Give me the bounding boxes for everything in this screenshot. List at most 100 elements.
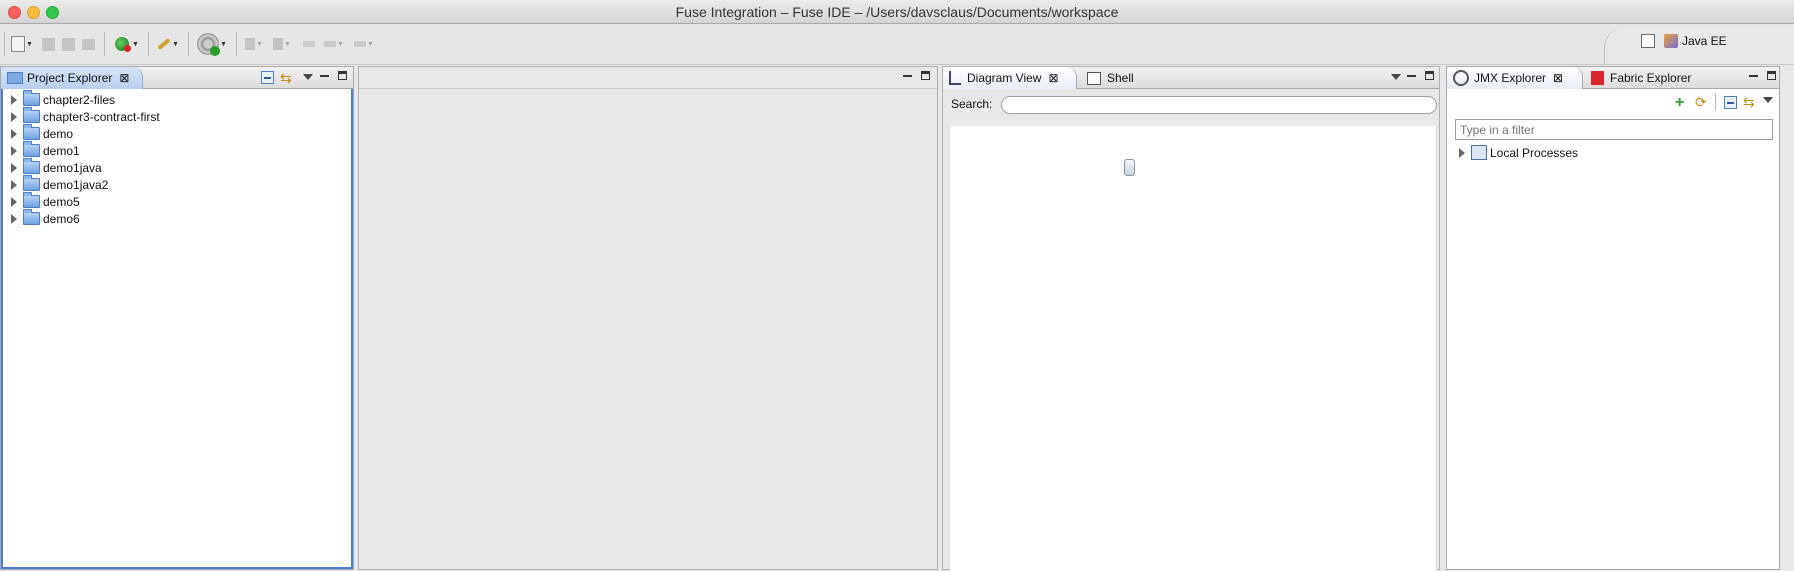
save-all-button[interactable]	[60, 33, 76, 55]
item-label: chapter3-contract-first	[43, 109, 160, 124]
minimize-view-button[interactable]	[320, 71, 329, 77]
arrow-left-icon	[324, 41, 337, 47]
tab-shell[interactable]: Shell	[1081, 67, 1153, 89]
toolbar-separator	[4, 32, 5, 56]
open-perspective-icon[interactable]	[1641, 34, 1655, 48]
item-label: demo5	[43, 194, 80, 209]
tab-jmx-explorer[interactable]: JMX Explorer ⊠	[1447, 67, 1583, 89]
close-icon[interactable]: ⊠	[119, 71, 129, 85]
expand-arrow-icon[interactable]	[11, 94, 17, 105]
run-gear-button[interactable]: ▼	[194, 31, 230, 57]
forward-button[interactable]: ▼	[352, 33, 376, 55]
folder-icon	[23, 124, 40, 140]
maximize-editor-button[interactable]	[921, 71, 930, 80]
list-item[interactable]: demo	[11, 124, 160, 142]
tab-label: Diagram View	[967, 71, 1042, 85]
jmx-tabstrip: JMX Explorer ⊠ Fabric Explorer	[1447, 67, 1779, 89]
refresh-icon[interactable]: ⟳	[1695, 94, 1707, 111]
shell-icon	[1087, 71, 1101, 85]
save-button[interactable]	[40, 33, 56, 55]
tab-label: Fabric Explorer	[1610, 71, 1692, 85]
last-edit-button[interactable]	[300, 33, 318, 55]
close-icon[interactable]: ⊠	[1048, 71, 1058, 85]
new-file-icon	[11, 36, 26, 52]
diagram-tree-icon	[949, 71, 961, 85]
folder-icon	[23, 90, 40, 106]
maximize-view-button[interactable]	[1767, 71, 1776, 80]
project-explorer-panel: Project Explorer ⊠ ⇆ chapter2-files chap…	[0, 66, 354, 570]
perspective-label: Java EE	[1682, 34, 1727, 48]
folder-icon	[23, 158, 40, 174]
add-connection-icon[interactable]: +	[1675, 94, 1684, 112]
view-menu-icon[interactable]	[1763, 97, 1773, 103]
expand-arrow-icon[interactable]	[11, 213, 17, 224]
main-toolbar: ▼ ▼ ▼ ▼ ▼ ▼ ▼ ▼ »	[0, 24, 1794, 65]
minimize-view-button[interactable]	[1749, 71, 1758, 77]
item-label: demo6	[43, 211, 80, 226]
chevron-down-icon: ▼	[172, 40, 179, 48]
list-item[interactable]: demo5	[11, 192, 160, 210]
list-item[interactable]: demo1	[11, 141, 160, 159]
wrench-icon	[157, 37, 171, 51]
filter-input[interactable]	[1455, 119, 1773, 140]
minimize-view-button[interactable]	[1407, 71, 1416, 77]
collapse-all-icon	[264, 77, 271, 79]
editor-tabstrip	[359, 67, 937, 89]
view-menu-icon[interactable]	[303, 74, 313, 80]
close-icon[interactable]: ⊠	[1553, 71, 1563, 85]
item-label: demo1	[43, 143, 80, 158]
next-annotation-button[interactable]: ▼	[242, 33, 266, 55]
expand-arrow-icon[interactable]	[11, 179, 17, 190]
list-item[interactable]: demo1java2	[11, 175, 160, 193]
list-item[interactable]: demo6	[11, 209, 160, 227]
expand-arrow-icon[interactable]	[11, 111, 17, 122]
list-item[interactable]: chapter3-contract-first	[11, 107, 160, 125]
folder-icon	[23, 209, 40, 225]
diagram-node[interactable]	[1124, 159, 1135, 176]
expand-arrow-icon[interactable]	[1459, 147, 1465, 158]
item-label: Local Processes	[1490, 145, 1579, 160]
list-item[interactable]: chapter2-files	[11, 90, 160, 108]
expand-arrow-icon[interactable]	[11, 145, 17, 156]
stop-badge-icon	[124, 44, 132, 52]
back-button[interactable]: ▼	[322, 33, 346, 55]
search-input[interactable]	[1001, 96, 1437, 114]
toolbar-separator	[188, 32, 189, 56]
list-item[interactable]: Local Processes	[1459, 144, 1578, 161]
print-button[interactable]	[80, 33, 96, 55]
tab-fabric-explorer[interactable]: Fabric Explorer	[1585, 67, 1713, 89]
project-explorer-tabstrip: Project Explorer ⊠ ⇆	[1, 67, 353, 89]
collapse-all-button[interactable]	[1724, 96, 1737, 109]
fabric-icon	[1591, 71, 1604, 85]
maximize-view-button[interactable]	[338, 71, 347, 80]
server-run-button[interactable]: ▼	[112, 33, 142, 55]
java-ee-perspective-button[interactable]: Java EE	[1664, 32, 1727, 50]
view-menu-icon[interactable]	[1391, 74, 1401, 80]
item-label: demo1java2	[43, 177, 109, 192]
folder-icon	[23, 141, 40, 157]
project-explorer-icon	[7, 72, 23, 84]
expand-arrow-icon[interactable]	[11, 128, 17, 139]
tab-project-explorer[interactable]: Project Explorer ⊠	[1, 67, 143, 89]
arrow-left-icon	[303, 41, 315, 47]
new-wizard-button[interactable]: ▼	[10, 33, 34, 55]
jmx-tree: Local Processes	[1459, 144, 1578, 161]
collapse-all-icon	[1727, 102, 1734, 104]
tab-diagram-view[interactable]: Diagram View ⊠	[943, 67, 1077, 89]
project-tree-list: chapter2-files chapter3-contract-first d…	[11, 90, 160, 227]
link-with-editor-icon[interactable]: ⇆	[280, 70, 292, 87]
collapse-all-button[interactable]	[261, 71, 274, 84]
link-with-selection-icon[interactable]: ⇆	[1743, 94, 1755, 111]
list-item[interactable]: demo1java	[11, 158, 160, 176]
toolbar-separator	[236, 32, 237, 56]
maximize-view-button[interactable]	[1425, 71, 1434, 80]
expand-arrow-icon[interactable]	[11, 196, 17, 207]
jmx-link-icon	[1453, 70, 1469, 86]
item-label: chapter2-files	[43, 92, 116, 107]
diagram-canvas[interactable]	[949, 126, 1437, 571]
expand-arrow-icon[interactable]	[11, 162, 17, 173]
chevron-down-icon: ▼	[132, 40, 139, 48]
external-tools-button[interactable]: ▼	[155, 33, 181, 55]
previous-annotation-button[interactable]: ▼	[270, 33, 294, 55]
minimize-editor-button[interactable]	[903, 71, 912, 77]
